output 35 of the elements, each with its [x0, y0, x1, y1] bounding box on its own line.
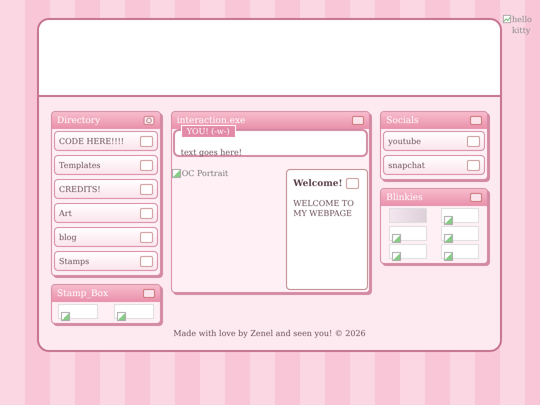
directory-link[interactable]: CODE HERE!!!!: [54, 131, 158, 151]
image-alt-text: hello kitty: [512, 14, 533, 36]
welcome-text: WELCOME TO MY WEBPAGE: [293, 199, 355, 219]
window-button-icon[interactable]: [470, 193, 482, 202]
social-link[interactable]: snapchat: [383, 155, 485, 175]
broken-image: [441, 244, 479, 259]
footer-text: Made with love by Zenel and seen you! © 2026: [172, 329, 367, 340]
broken-image: [58, 304, 98, 319]
broken-image: [389, 226, 428, 241]
broken-image-icon: [172, 169, 181, 178]
window-button-icon[interactable]: [346, 178, 360, 189]
broken-image: [114, 304, 154, 319]
directory-link[interactable]: Art: [54, 203, 158, 223]
social-link[interactable]: youtube: [383, 131, 485, 151]
image-alt-text: OC Portrait: [182, 169, 228, 178]
speaker-tag: YOU! (-w-): [180, 125, 236, 138]
window-button-icon[interactable]: [470, 116, 482, 125]
directory-link[interactable]: CREDITS!: [54, 179, 158, 199]
panel-title: interaction.exe: [176, 116, 246, 126]
directory-link[interactable]: blog: [54, 227, 158, 247]
directory-link[interactable]: Stamps: [54, 251, 158, 271]
panel-title: Directory: [57, 116, 100, 126]
broken-image-icon: [503, 15, 511, 23]
broken-image: [441, 208, 479, 223]
window-button-icon[interactable]: [142, 289, 155, 298]
directory-link[interactable]: Templates: [54, 155, 158, 175]
blinkie-image: [389, 208, 428, 223]
panel-title: Stamp_Box: [57, 288, 108, 298]
window-button-icon[interactable]: [352, 116, 364, 125]
panel-title: Blinkies: [386, 192, 423, 202]
message-text: text goes here!: [180, 148, 242, 157]
broken-image: [441, 226, 479, 241]
broken-image: [389, 244, 428, 259]
panel-title: Socials: [386, 116, 419, 126]
welcome-title: Welcome!: [293, 178, 342, 188]
